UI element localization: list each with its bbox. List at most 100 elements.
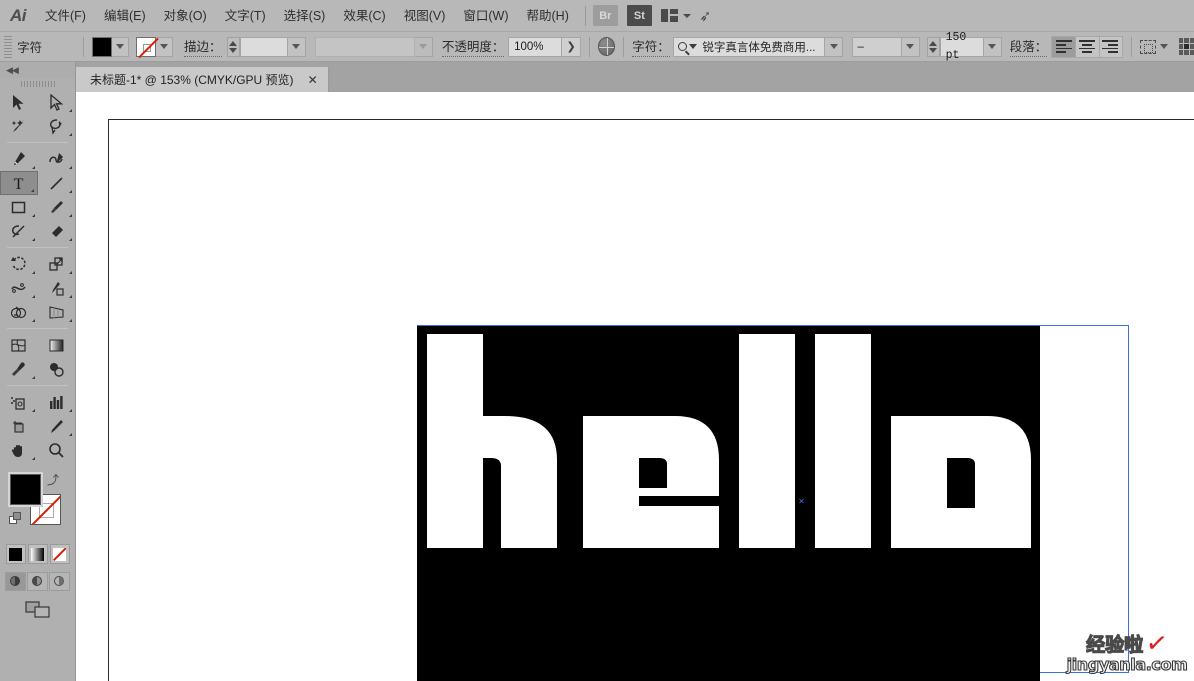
chevron-down-icon (906, 44, 915, 49)
transform-options-button[interactable] (1139, 39, 1168, 54)
menu-effect[interactable]: 效果(C) (334, 0, 394, 32)
scale-tool[interactable] (38, 252, 76, 276)
stroke-weight-value[interactable] (239, 36, 288, 57)
menu-bar: Ai 文件(F) 编辑(E) 对象(O) 文字(T) 选择(S) 效果(C) 视… (0, 0, 1194, 32)
direct-selection-tool[interactable] (38, 90, 76, 114)
font-family-field[interactable]: 锐字真言体免费商用... (673, 36, 826, 57)
fill-dropdown-button[interactable] (111, 36, 129, 57)
character-label[interactable]: 字符： (632, 36, 670, 57)
stroke-weight-stepper[interactable] (226, 36, 240, 57)
fill-swatch[interactable] (91, 36, 112, 57)
rectangle-tool[interactable] (0, 195, 38, 219)
gradient-tool[interactable] (38, 333, 76, 357)
chevron-down-icon (292, 44, 301, 49)
menu-file[interactable]: 文件(F) (36, 0, 95, 32)
rocket-icon[interactable]: ➶ (698, 6, 713, 26)
menu-type[interactable]: 文字(T) (216, 0, 275, 32)
column-graph-tool[interactable] (38, 390, 76, 414)
width-tool[interactable] (0, 276, 38, 300)
align-left-button[interactable] (1050, 35, 1075, 58)
color-button[interactable] (5, 544, 26, 564)
close-icon[interactable]: ✕ (308, 74, 318, 86)
eyedropper-tool[interactable] (0, 357, 38, 381)
artboard-tool[interactable] (0, 414, 38, 438)
draw-behind-button[interactable] (27, 572, 48, 591)
pen-tool[interactable] (0, 147, 38, 171)
control-bar-grip[interactable] (4, 35, 13, 58)
document-tab[interactable]: 未标题-1* @ 153% (CMYK/GPU 预览) ✕ (76, 67, 329, 92)
shaper-tool[interactable] (0, 219, 38, 243)
stroke-swatch[interactable] (136, 36, 157, 57)
menu-select[interactable]: 选择(S) (275, 0, 335, 32)
tool-corner-icon (31, 214, 35, 217)
font-size-dropdown[interactable] (983, 36, 1002, 57)
selection-tool[interactable] (0, 90, 38, 114)
tool-corner-icon (69, 133, 72, 136)
stroke-weight-combo[interactable] (239, 36, 306, 57)
toolbar-grip[interactable] (0, 78, 75, 90)
swap-fill-stroke-icon[interactable]: ⤴ (47, 471, 59, 488)
stroke-weight-dropdown[interactable] (287, 36, 306, 57)
menu-window[interactable]: 窗口(W) (454, 0, 517, 32)
none-button[interactable] (49, 544, 70, 564)
align-center-button[interactable] (1074, 35, 1099, 58)
rotate-tool[interactable] (0, 252, 38, 276)
font-size-value[interactable]: 150 pt (939, 31, 984, 62)
font-style-dropdown[interactable] (901, 36, 920, 57)
curvature-tool[interactable] (38, 147, 76, 171)
stroke-color-control[interactable] (136, 36, 174, 57)
toolbar-fill-swatch[interactable] (8, 472, 43, 507)
font-style-value[interactable]: – (851, 36, 902, 57)
opacity-flyout-button[interactable]: ❯ (562, 36, 582, 57)
recolor-artwork-icon[interactable] (597, 37, 616, 56)
symbol-sprayer-tool[interactable] (0, 390, 38, 414)
type-tool[interactable]: T (0, 171, 38, 195)
menu-help[interactable]: 帮助(H) (518, 0, 578, 32)
gradient-button[interactable] (27, 544, 48, 564)
bridge-icon[interactable]: Br (592, 5, 618, 26)
eraser-tool[interactable] (38, 219, 76, 243)
opacity-label[interactable]: 不透明度： (441, 36, 505, 57)
menu-object[interactable]: 对象(O) (155, 0, 216, 32)
slice-tool[interactable] (38, 414, 76, 438)
opacity-combo[interactable]: 100% ❯ (508, 36, 582, 57)
font-size-combo[interactable]: 150 pt (939, 31, 1002, 62)
fill-color-control[interactable] (91, 36, 129, 57)
stroke-dropdown-button[interactable] (156, 36, 174, 57)
tool-corner-icon (69, 109, 72, 112)
canvas-area[interactable]: ✕ (76, 92, 1194, 681)
menu-edit[interactable]: 编辑(E) (95, 0, 155, 32)
draw-inside-button[interactable] (49, 572, 70, 591)
font-style-combo[interactable]: – (851, 36, 920, 57)
toolbar-collapse-button[interactable]: ◀◀ (0, 62, 75, 78)
arrange-documents-button[interactable] (660, 9, 691, 22)
font-family-dropdown[interactable] (825, 36, 844, 57)
artwork-hello-text[interactable] (417, 326, 1040, 681)
lasso-tool[interactable] (38, 114, 76, 138)
stock-icon[interactable]: St (626, 5, 652, 26)
chevron-down-icon (160, 44, 169, 49)
blend-tool[interactable] (38, 357, 76, 381)
gradient-icon (31, 547, 44, 561)
zoom-tool[interactable] (38, 438, 76, 462)
stroke-weight-label[interactable]: 描边： (184, 36, 222, 57)
opacity-value[interactable]: 100% (508, 36, 563, 57)
default-fill-stroke-icon[interactable] (9, 512, 22, 525)
workspace-panel-icon[interactable] (1178, 38, 1194, 55)
screen-mode-button[interactable] (0, 601, 75, 619)
shape-builder-tool[interactable] (0, 300, 38, 324)
font-size-stepper[interactable] (926, 36, 940, 57)
mesh-tool[interactable] (0, 333, 38, 357)
paragraph-label[interactable]: 段落： (1009, 36, 1048, 57)
free-transform-tool[interactable] (38, 276, 76, 300)
perspective-grid-tool[interactable] (38, 300, 76, 324)
paragraph-alignment-group (1050, 35, 1123, 58)
paintbrush-tool[interactable] (38, 195, 76, 219)
draw-normal-button[interactable] (5, 572, 26, 591)
menu-view[interactable]: 视图(V) (395, 0, 455, 32)
line-segment-tool[interactable] (38, 171, 76, 195)
hand-tool[interactable] (0, 438, 38, 462)
align-right-button[interactable] (1098, 35, 1123, 58)
magic-wand-tool[interactable] (0, 114, 38, 138)
font-family-combo[interactable]: 锐字真言体免费商用... (673, 36, 844, 57)
